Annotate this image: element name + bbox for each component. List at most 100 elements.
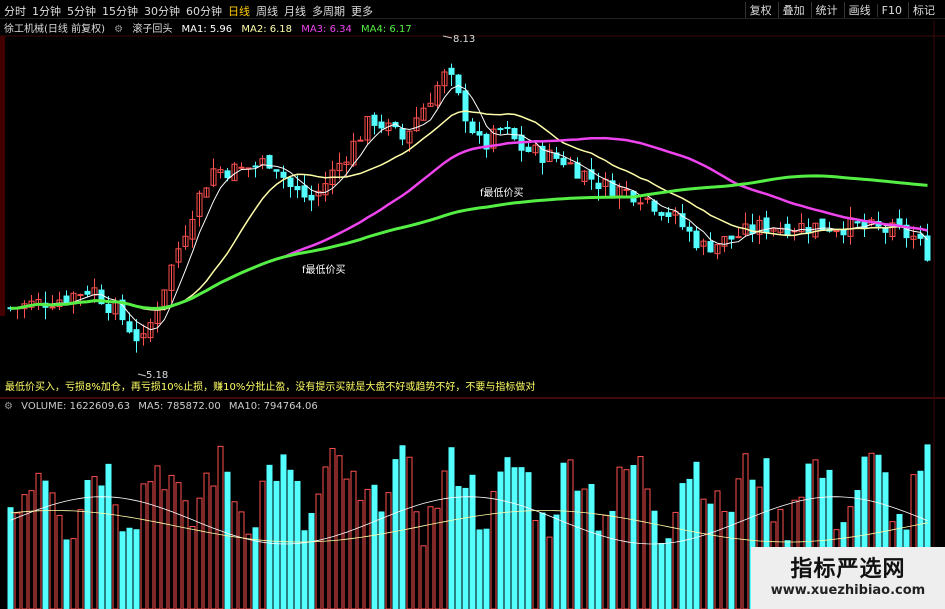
candle-body bbox=[623, 188, 630, 191]
volume-bar bbox=[343, 478, 350, 609]
volume-bar bbox=[609, 510, 616, 609]
candle-body bbox=[126, 321, 133, 333]
volume-bar bbox=[161, 489, 168, 609]
candle-body bbox=[273, 169, 280, 172]
candle-body bbox=[224, 170, 231, 179]
volume-bar bbox=[679, 483, 686, 609]
buy-signal-2: f最低价买 bbox=[480, 186, 524, 199]
volume-bar bbox=[567, 459, 574, 609]
buy-signal-1: f最低价买 bbox=[302, 263, 346, 276]
candle-body bbox=[133, 329, 140, 342]
volume-bar bbox=[385, 492, 392, 609]
volume-bar bbox=[616, 466, 623, 609]
volume-bar bbox=[217, 445, 224, 609]
volume-bar bbox=[406, 456, 413, 609]
volume-bar bbox=[700, 498, 707, 609]
volume-bar bbox=[721, 511, 728, 609]
candle-body bbox=[294, 185, 301, 191]
volume-bar bbox=[28, 490, 35, 609]
volume-bar bbox=[77, 509, 84, 609]
volume-bar bbox=[546, 536, 553, 609]
volume-bar bbox=[350, 470, 357, 609]
volume-bar bbox=[210, 485, 217, 609]
candle-body bbox=[280, 171, 287, 178]
volume-bar bbox=[42, 480, 49, 609]
volume-bar bbox=[63, 539, 70, 609]
volume-bar bbox=[336, 455, 343, 609]
volume-bar bbox=[154, 465, 161, 609]
candle-body bbox=[399, 128, 406, 140]
watermark-cn: 指标严选网 bbox=[790, 557, 906, 582]
volume-bar bbox=[259, 480, 266, 609]
volume-bar bbox=[238, 511, 245, 609]
volume-bar bbox=[560, 462, 567, 609]
candle-body bbox=[833, 230, 840, 233]
volume-bar bbox=[462, 487, 469, 609]
candle-body bbox=[658, 212, 665, 216]
volume-bar bbox=[119, 531, 126, 609]
candle-body bbox=[511, 128, 518, 140]
candle-body bbox=[707, 241, 714, 253]
candle-body bbox=[735, 236, 742, 239]
volume-bar bbox=[7, 507, 14, 609]
candle-body bbox=[448, 67, 455, 75]
candle-body bbox=[560, 157, 567, 166]
candle-body bbox=[539, 145, 546, 163]
candle-body bbox=[686, 226, 693, 232]
volume-bar bbox=[392, 459, 399, 609]
volume-bar bbox=[287, 469, 294, 609]
candle-body bbox=[63, 295, 70, 304]
volume-bar bbox=[112, 504, 119, 609]
volume-bar bbox=[602, 514, 609, 609]
volume-bar bbox=[84, 479, 91, 609]
volume-bar bbox=[672, 511, 679, 609]
volume-bar bbox=[371, 484, 378, 609]
volume-bar bbox=[98, 485, 105, 609]
volume-ma5: MA5: 785872.00 bbox=[138, 401, 221, 412]
candle-body bbox=[574, 162, 581, 179]
candle-body bbox=[301, 185, 308, 198]
volume-bar bbox=[665, 538, 672, 609]
volume-bar bbox=[553, 514, 560, 609]
gear-icon[interactable]: ⚙ bbox=[4, 401, 13, 412]
candle-body bbox=[504, 126, 511, 129]
volume-bar bbox=[427, 506, 434, 609]
candle-body bbox=[371, 114, 378, 126]
volume-bar bbox=[476, 529, 483, 609]
volume-bar bbox=[728, 511, 735, 609]
candle-body bbox=[679, 213, 686, 228]
candle-body bbox=[287, 177, 294, 187]
volume-bar bbox=[581, 488, 588, 609]
volume-bar bbox=[658, 543, 665, 609]
volume-bar bbox=[588, 483, 595, 609]
volume-bar bbox=[525, 472, 532, 609]
volume-bar bbox=[483, 528, 490, 609]
volume-bar bbox=[266, 464, 273, 609]
candle-body bbox=[105, 303, 112, 313]
volume-bar bbox=[504, 457, 511, 609]
volume-bar bbox=[196, 497, 203, 609]
volume-bar bbox=[455, 486, 462, 609]
volume-bar bbox=[623, 469, 630, 609]
candle-body bbox=[252, 165, 259, 168]
volume-bar bbox=[441, 470, 448, 609]
volume-bar bbox=[595, 530, 602, 609]
kline-chart[interactable]: 8.135.18f最低价买f最低价买 bbox=[0, 0, 945, 609]
volume-bar bbox=[644, 488, 651, 609]
volume-bar bbox=[651, 510, 658, 609]
volume-bar bbox=[714, 490, 721, 609]
candle-body bbox=[882, 227, 889, 233]
volume-bar bbox=[413, 511, 420, 609]
site-watermark: 指标严选网 www.xuezhibiao.com bbox=[751, 547, 945, 609]
volume-info-line: ⚙ VOLUME: 1622609.63 MA5: 785872.00 MA10… bbox=[4, 401, 323, 412]
volume-bar bbox=[105, 463, 112, 609]
volume-bar bbox=[245, 533, 252, 609]
volume-bar bbox=[14, 512, 21, 609]
volume-bar bbox=[280, 454, 287, 609]
candle-body bbox=[476, 131, 483, 136]
watermark-url: www.xuezhibiao.com bbox=[770, 583, 926, 598]
candle-body bbox=[567, 162, 574, 165]
candle-body bbox=[854, 221, 861, 224]
candle-body bbox=[728, 235, 735, 240]
volume-bar bbox=[294, 480, 301, 609]
